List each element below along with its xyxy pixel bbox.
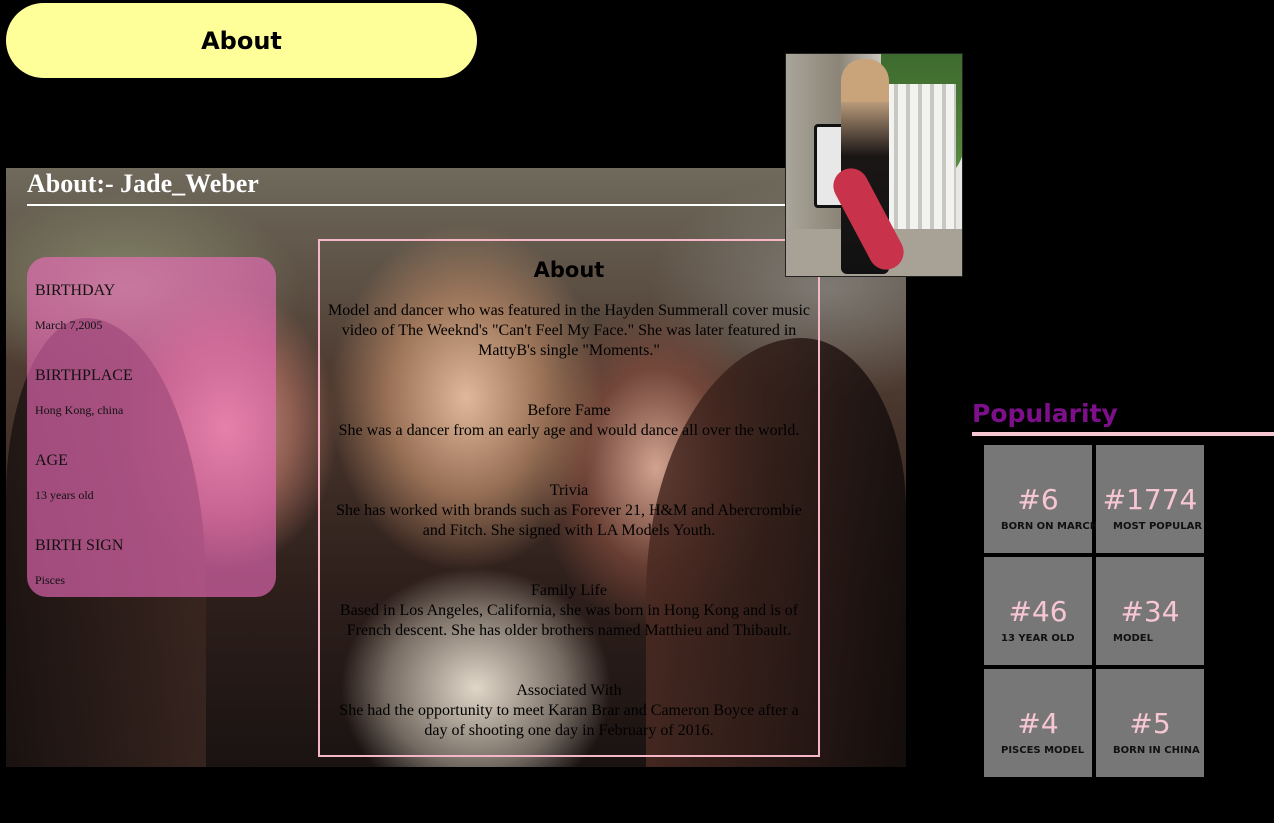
profile-photo xyxy=(785,53,963,277)
about-family-life: Family Life Based in Los Angeles, Califo… xyxy=(326,581,812,641)
info-card: BIRTHDAY March 7,2005 BIRTHPLACE Hong Ko… xyxy=(27,257,276,597)
info-label: AGE xyxy=(35,452,68,469)
section-text: She had the opportunity to meet Karan Br… xyxy=(339,702,799,739)
tile-caption: MODEL xyxy=(1113,633,1153,644)
section-heading: Family Life xyxy=(531,582,607,599)
about-before-fame: Before Fame She was a dancer from an ear… xyxy=(326,401,812,441)
section-text: She has worked with brands such as Forev… xyxy=(336,502,802,539)
popularity-tile[interactable]: #4 PISCES MODEL xyxy=(984,669,1092,777)
section-text: Based in Los Angeles, California, she wa… xyxy=(339,602,799,639)
section-text: She was a dancer from an early age and w… xyxy=(338,422,800,439)
tile-caption: BORN IN CHINA xyxy=(1113,745,1200,756)
popularity-tile[interactable]: #1774 MOST POPULAR xyxy=(1096,445,1204,553)
info-value: March 7,2005 xyxy=(35,318,103,332)
info-value: Pisces xyxy=(35,573,65,587)
section-heading: Trivia xyxy=(549,482,589,499)
info-label: BIRTH SIGN xyxy=(35,537,124,554)
about-intro: Model and dancer who was featured in the… xyxy=(326,301,812,361)
about-button[interactable]: About xyxy=(6,3,477,78)
tile-rank: #34 xyxy=(1120,595,1180,628)
section-heading: Associated With xyxy=(516,682,622,699)
tile-caption: BORN ON MARCH xyxy=(1001,521,1099,532)
page-title: About:- Jade_Weber xyxy=(27,168,787,206)
about-associated-with: Associated With She had the opportunity … xyxy=(326,681,812,741)
tile-rank: #5 xyxy=(1129,707,1171,740)
tile-caption: 13 YEAR OLD xyxy=(1001,633,1075,644)
tile-rank: #4 xyxy=(1017,707,1059,740)
info-value: 13 years old xyxy=(35,488,94,502)
tile-rank: #46 xyxy=(1008,595,1068,628)
info-label: BIRTHPLACE xyxy=(35,367,133,384)
tile-caption: PISCES MODEL xyxy=(1001,745,1085,756)
about-title: About xyxy=(533,258,605,282)
popularity-title: Popularity xyxy=(972,398,1274,436)
info-label: BIRTHDAY xyxy=(35,282,116,299)
tile-rank: #6 xyxy=(1017,483,1059,516)
about-panel: About Model and dancer who was featured … xyxy=(318,239,820,757)
tile-caption: MOST POPULAR xyxy=(1113,521,1203,532)
info-value: Hong Kong, china xyxy=(35,403,124,417)
popularity-tile[interactable]: #5 BORN IN CHINA xyxy=(1096,669,1204,777)
popularity-tile[interactable]: #46 13 YEAR OLD xyxy=(984,557,1092,665)
popularity-tile[interactable]: #34 MODEL xyxy=(1096,557,1204,665)
about-trivia: Trivia She has worked with brands such a… xyxy=(326,481,812,541)
popularity-tile[interactable]: #6 BORN ON MARCH xyxy=(984,445,1099,553)
about-text: Model and dancer who was featured in the… xyxy=(327,302,811,359)
tile-rank: #1774 xyxy=(1102,483,1198,516)
section-heading: Before Fame xyxy=(527,402,611,419)
